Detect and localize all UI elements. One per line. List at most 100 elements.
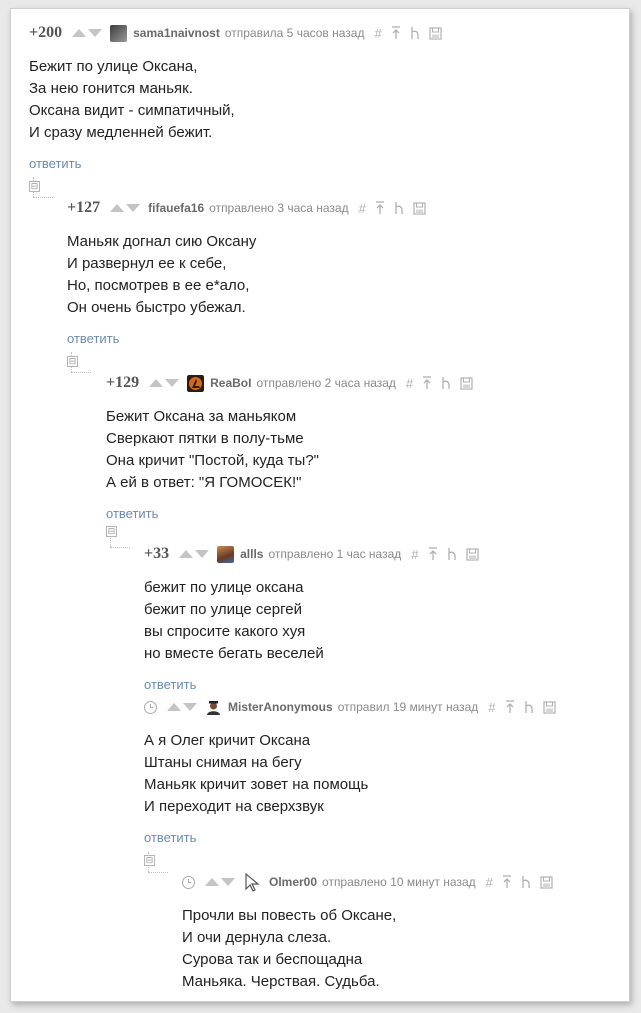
save-icon[interactable] [429, 26, 442, 40]
avatar[interactable] [217, 545, 235, 563]
comment-line: Сурова так и беспощадна [182, 951, 363, 968]
comment-line: но вместе бегать веселей [144, 645, 324, 662]
comment-body: Бежит Оксана за маньяком Сверкают пятки … [106, 406, 473, 494]
comment: +129 ReaBoI отправлено 2 часа назад # Бе… [106, 372, 473, 521]
comment-line: Сверкают пятки в полу-тьме [106, 430, 304, 447]
username[interactable]: MisterAnonymous [228, 700, 333, 714]
clock-icon [182, 875, 195, 889]
comment: +33 allls отправлено 1 час назад # бежит… [144, 543, 479, 692]
arrow-up-line-icon[interactable] [428, 547, 438, 561]
save-icon[interactable] [542, 700, 556, 714]
comment: Olmer00 отправлено 10 минут назад # Проч… [182, 871, 553, 993]
reply-link[interactable]: ответить [144, 830, 556, 845]
branch-icon[interactable] [410, 26, 420, 40]
posted-time: отправил 19 минут назад [337, 700, 479, 714]
thread-line [33, 197, 53, 198]
downvote-icon[interactable] [221, 878, 235, 886]
comment-body: Маньяк догнал сию Оксану И развернул ее … [67, 231, 426, 319]
downvote-icon[interactable] [165, 379, 180, 387]
comment-tools: # [359, 201, 426, 216]
comment-header: MisterAnonymous отправил 19 минут назад … [144, 696, 556, 718]
comment-line: бежит по улице сергей [144, 601, 302, 618]
reply-link[interactable]: ответить [67, 331, 426, 346]
branch-icon[interactable] [441, 376, 451, 390]
hash-icon[interactable]: # [406, 376, 413, 391]
hash-icon[interactable]: # [488, 700, 495, 715]
comment-body: Прочли вы повесть об Оксане, И очи дерну… [182, 905, 553, 993]
username[interactable]: allls [240, 547, 263, 561]
upvote-icon[interactable] [110, 204, 125, 212]
rating: +33 [144, 545, 170, 562]
downvote-icon[interactable] [126, 204, 141, 212]
hash-icon[interactable]: # [486, 875, 493, 890]
vote-buttons [167, 703, 197, 711]
collapse-toggle[interactable]: ⊟ [67, 356, 78, 367]
save-icon[interactable] [465, 547, 479, 561]
comment-tools: # [411, 547, 479, 562]
collapse-toggle[interactable]: ⊟ [106, 526, 117, 537]
hash-icon[interactable]: # [374, 26, 381, 41]
comment-header: +200 sama1naivnost отправила 5 часов наз… [29, 22, 442, 44]
reply-link[interactable]: ответить [29, 156, 442, 171]
upvote-icon[interactable] [167, 703, 181, 711]
comment-header: +129 ReaBoI отправлено 2 часа назад # [106, 372, 473, 394]
comment-line: А я Олег кричит Оксана [144, 732, 311, 749]
reply-link[interactable]: ответить [144, 677, 479, 692]
vote-buttons [205, 878, 235, 886]
posted-time: отправлено 1 час назад [268, 547, 402, 561]
branch-icon[interactable] [394, 201, 404, 215]
comment-line: За нею гонится маньяк. [29, 80, 193, 97]
arrow-up-line-icon[interactable] [375, 201, 385, 215]
upvote-icon[interactable] [72, 29, 87, 37]
comment-header: +127 fifauefa16 отправлено 3 часа назад … [67, 197, 426, 219]
rating: +200 [29, 24, 63, 41]
save-icon[interactable] [540, 875, 553, 889]
avatar[interactable] [187, 374, 205, 392]
posted-time: отправлено 2 часа назад [256, 376, 396, 390]
comment-line: Штаны снимая на бегу [144, 754, 302, 771]
downvote-icon[interactable] [195, 550, 210, 558]
vote-buttons [149, 379, 180, 387]
vote-buttons [179, 550, 210, 558]
comment-line: И развернул ее к себе, [67, 255, 227, 272]
branch-icon[interactable] [521, 875, 531, 889]
reply-link[interactable]: ответить [106, 506, 473, 521]
arrow-up-line-icon[interactable] [505, 700, 515, 714]
upvote-icon[interactable] [179, 550, 194, 558]
avatar[interactable] [110, 24, 128, 42]
collapse-toggle[interactable]: ⊟ [144, 855, 155, 866]
branch-icon[interactable] [447, 547, 457, 561]
save-icon[interactable] [413, 201, 426, 215]
cursor-avatar-icon[interactable] [243, 872, 263, 892]
upvote-icon[interactable] [205, 878, 219, 886]
posted-time: отправила 5 часов назад [224, 26, 365, 40]
comment-line: Он очень быстро убежал. [67, 299, 246, 316]
collapse-toggle[interactable]: ⊟ [29, 181, 40, 192]
hash-icon[interactable]: # [411, 547, 418, 562]
branch-icon[interactable] [524, 700, 534, 714]
arrow-up-line-icon[interactable] [422, 376, 432, 390]
comment-line: Маньяк догнал сию Оксану [67, 233, 257, 250]
vote-buttons [72, 29, 103, 37]
hash-icon[interactable]: # [359, 201, 366, 216]
thread-line [71, 372, 91, 373]
username[interactable]: Olmer00 [269, 875, 317, 889]
downvote-icon[interactable] [183, 703, 197, 711]
username[interactable]: ReaBoI [210, 376, 251, 390]
arrow-up-line-icon[interactable] [502, 875, 512, 889]
comment-line: А ей в ответ: "Я ГОМОСЕК!" [106, 474, 302, 491]
save-icon[interactable] [460, 376, 473, 390]
downvote-icon[interactable] [88, 29, 103, 37]
thread-line [110, 547, 130, 548]
upvote-icon[interactable] [149, 379, 164, 387]
comment: +127 fifauefa16 отправлено 3 часа назад … [67, 197, 426, 346]
comment-line: Маньяк кричит зовет на помощь [144, 776, 369, 793]
username[interactable]: fifauefa16 [148, 201, 204, 215]
comment-line: бежит по улице оксана [144, 579, 304, 596]
username[interactable]: sama1naivnost [133, 26, 220, 40]
avatar[interactable] [205, 698, 222, 716]
comment-body: бежит по улице оксана бежит по улице сер… [144, 577, 479, 665]
arrow-up-line-icon[interactable] [391, 26, 401, 40]
comment-tools: # [486, 875, 553, 890]
comment: +200 sama1naivnost отправила 5 часов наз… [29, 22, 442, 171]
